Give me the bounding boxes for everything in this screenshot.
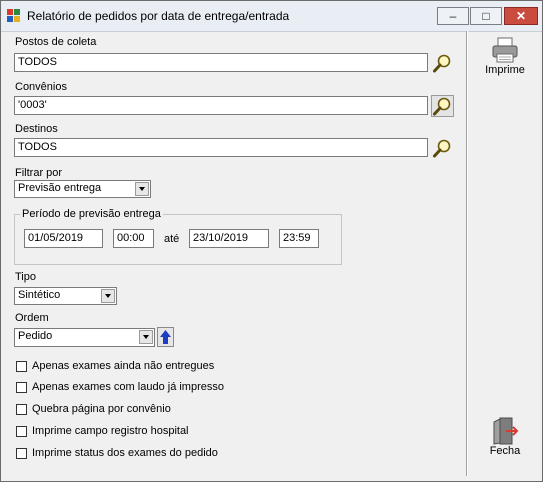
filtrar-por-select[interactable]: Previsão entrega <box>14 180 151 198</box>
print-button[interactable]: Imprime <box>480 36 530 86</box>
close-label: Fecha <box>489 445 521 457</box>
filtrar-por-label: Filtrar por <box>15 167 63 179</box>
end-time-input[interactable]: 23:59 <box>279 229 319 248</box>
minimize-button[interactable]: – <box>437 7 469 25</box>
convenios-search-icon[interactable] <box>431 95 454 117</box>
start-date-input[interactable]: 01/05/2019 <box>24 229 103 248</box>
checkbox-nao-entregues[interactable] <box>16 360 27 372</box>
end-date-input[interactable]: 23/10/2019 <box>189 229 269 248</box>
maximize-icon: □ <box>482 9 490 23</box>
checkbox-status-exames[interactable] <box>16 447 27 459</box>
exit-door-icon <box>493 417 519 445</box>
postos-label: Postos de coleta <box>15 36 97 48</box>
sort-direction-icon[interactable] <box>157 327 174 347</box>
option-status-exames[interactable]: Imprime status dos exames do pedido <box>16 447 218 459</box>
tipo-select[interactable]: Sintético <box>14 287 117 305</box>
destinos-search-icon[interactable] <box>431 137 454 159</box>
option-nao-entregues-label: Apenas exames ainda não entregues <box>32 360 215 372</box>
close-icon: ✕ <box>515 9 527 23</box>
tipo-value: Sintético <box>18 289 61 301</box>
destinos-input[interactable]: TODOS <box>14 138 428 157</box>
ordem-select[interactable]: Pedido <box>14 328 155 347</box>
postos-input[interactable]: TODOS <box>14 53 428 72</box>
option-status-exames-label: Imprime status dos exames do pedido <box>32 447 218 459</box>
printer-icon <box>492 37 518 63</box>
side-panel-divider-highlight <box>467 31 468 476</box>
convenios-input[interactable]: '0003' <box>14 96 428 115</box>
tipo-label: Tipo <box>15 271 36 283</box>
ordem-label: Ordem <box>15 312 49 324</box>
option-registro-hospital-label: Imprime campo registro hospital <box>32 425 189 437</box>
filtrar-por-value: Previsão entrega <box>18 182 102 194</box>
option-quebra-pagina[interactable]: Quebra página por convênio <box>16 403 171 415</box>
maximize-button[interactable]: □ <box>470 7 502 25</box>
window-title: Relatório de pedidos por data de entrega… <box>27 9 290 23</box>
option-laudo-impresso[interactable]: Apenas exames com laudo já impresso <box>16 381 224 393</box>
chevron-down-icon[interactable] <box>101 289 115 303</box>
chevron-down-icon[interactable] <box>135 182 149 196</box>
start-time-input[interactable]: 00:00 <box>113 229 154 248</box>
app-icon <box>7 9 21 23</box>
checkbox-laudo-impresso[interactable] <box>16 381 27 393</box>
convenios-label: Convênios <box>15 81 67 93</box>
checkbox-registro-hospital[interactable] <box>16 425 27 437</box>
postos-search-icon[interactable] <box>431 52 454 74</box>
close-window-button[interactable]: ✕ <box>504 7 538 25</box>
chevron-down-icon[interactable] <box>139 330 153 344</box>
periodo-title: Período de previsão entrega <box>20 208 163 220</box>
checkbox-quebra-pagina[interactable] <box>16 403 27 415</box>
option-quebra-pagina-label: Quebra página por convênio <box>32 403 171 415</box>
close-button[interactable]: Fecha <box>480 417 530 465</box>
print-label: Imprime <box>485 64 525 76</box>
option-nao-entregues[interactable]: Apenas exames ainda não entregues <box>16 360 214 372</box>
ate-label: até <box>164 233 180 245</box>
destinos-label: Destinos <box>15 123 58 135</box>
option-laudo-impresso-label: Apenas exames com laudo já impresso <box>32 381 224 393</box>
ordem-value: Pedido <box>18 330 53 342</box>
title-bar[interactable]: Relatório de pedidos por data de entrega… <box>1 1 542 32</box>
minimize-icon: – <box>449 9 457 23</box>
option-registro-hospital[interactable]: Imprime campo registro hospital <box>16 425 189 437</box>
